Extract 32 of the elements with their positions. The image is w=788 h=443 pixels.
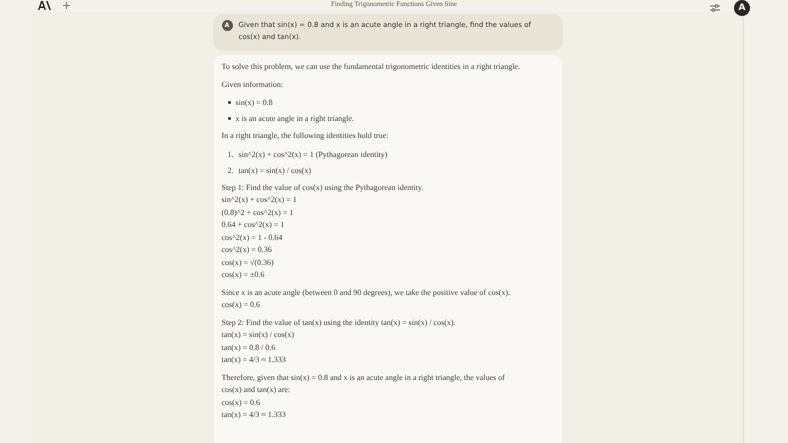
bullet-icon (228, 117, 230, 120)
response-text: cos^2(x) = 1 - 0.64 (222, 232, 284, 244)
response-text: 0.64 + cos^2(x) = 1 (222, 219, 286, 231)
response-text: tan(x) = 4/3 ≈ 1.333 (222, 409, 287, 421)
response-text: cos(x) = √(0.36) (222, 256, 275, 269)
response-text: cos(x) = 0.6 (222, 299, 262, 311)
response-text: Therefore, given that sin(x) = 0.8 and x is an acute angle in a right triangle, the values of cos(x) and tan(x) are: (222, 372, 506, 396)
list-item-text: sin^2(x) + cos^2(x) = 1 (Pythagorean identity) (238, 148, 388, 160)
response-text: Step 2: Find the value of tan(x) using the identity tan(x) = sin(x) / cos(x). (222, 316, 457, 329)
response-text: cos(x) = 0.6 (222, 396, 262, 409)
response-text: Since x is an acute angle (between 0 and 90 degrees), we take the positive value of cos(x). (222, 286, 512, 299)
response-text: tan(x) = 4/3 ≈ 1.333 (222, 354, 287, 366)
response-text: tan(x) = 0.8 / 0.6 (222, 342, 276, 354)
plus-icon[interactable] (63, 2, 70, 9)
user-avatar[interactable]: A (734, 0, 750, 16)
response-text: cos^2(x) = 0.36 (222, 244, 273, 256)
list-number: 1. (228, 148, 234, 160)
list-item-text: x is an acute angle in a right triangle. (236, 113, 354, 125)
list-item-text: tan(x) = sin(x) / cos(x) (238, 164, 311, 176)
response-text: In a right triangle, the following identities hold true: (222, 130, 390, 142)
bullet-icon (228, 101, 230, 104)
response-text: Given information: (222, 78, 284, 90)
logo-icon[interactable] (38, 1, 51, 10)
response-text: To solve this problem, we can use the fundamental trigonometric identities in a right triangle. (222, 61, 521, 73)
list-item-text: sin(x) = 0.8 (236, 97, 273, 109)
response-text: tan(x) = sin(x) / cos(x) (222, 329, 295, 341)
response-text: Step 1: Find the value of cos(x) using the Pythagorean identity. (222, 182, 424, 194)
response-text: sin^2(x) + cos^2(x) = 1 (222, 194, 298, 206)
list-number: 2. (228, 164, 234, 176)
response-text: cos(x) = ±0.6 (222, 269, 266, 281)
sliders-icon[interactable] (710, 4, 720, 12)
response-text: (0.8)^2 + cos^2(x) = 1 (222, 206, 294, 219)
